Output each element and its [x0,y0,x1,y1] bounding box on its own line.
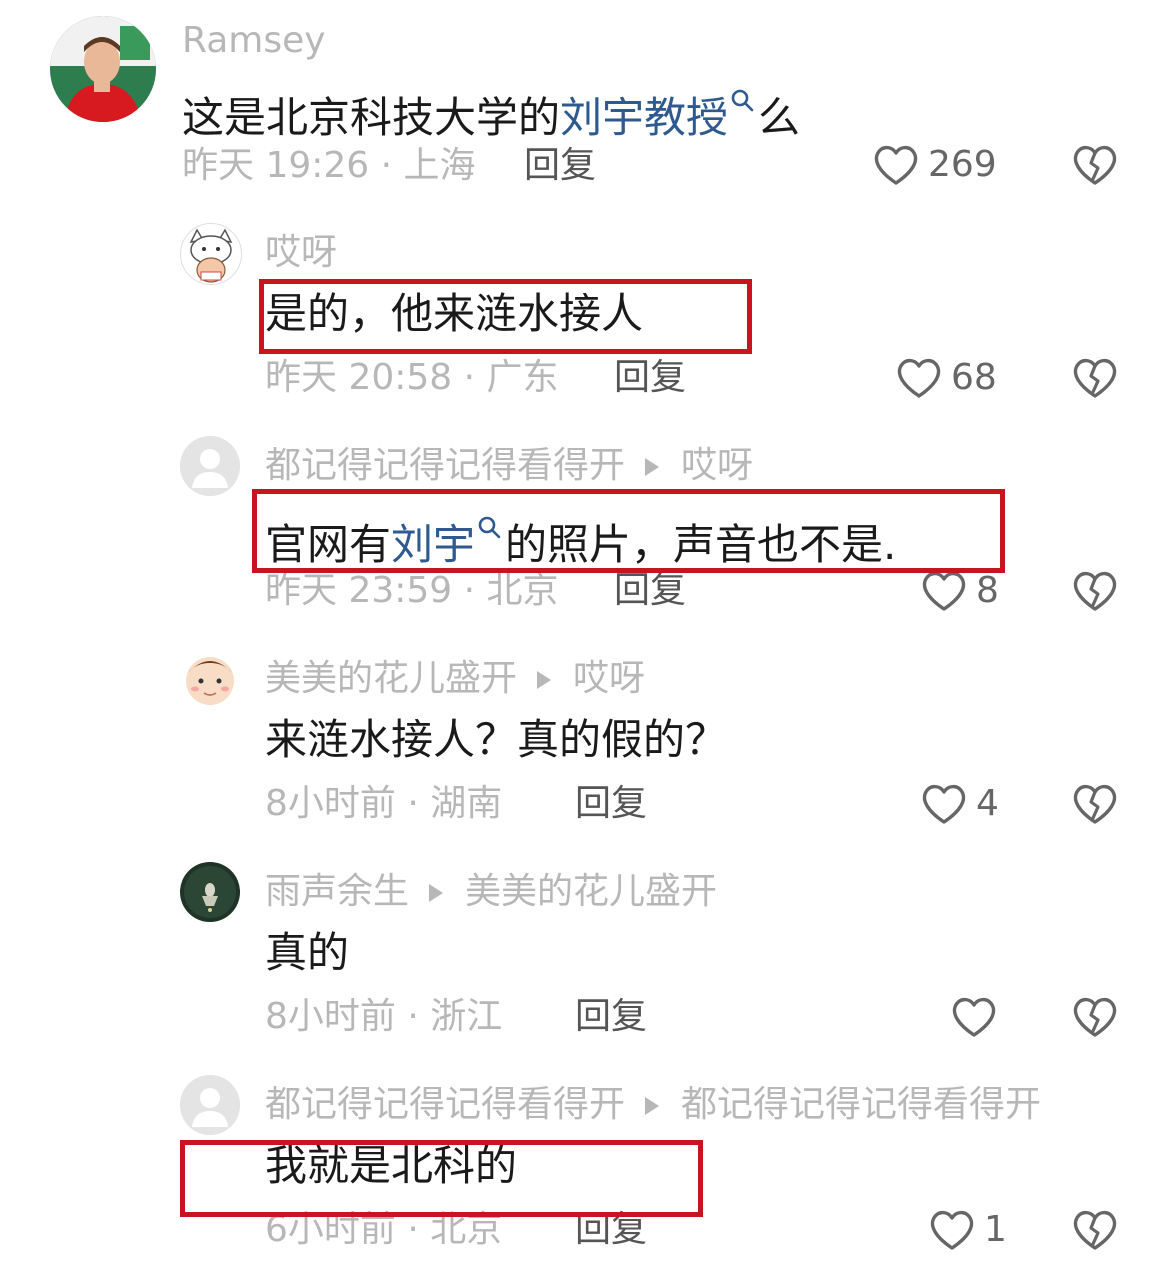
reply-arrow-icon [645,458,660,476]
like-button[interactable] [950,995,1006,1039]
highlight-box [180,1140,703,1217]
highlight-box [252,489,1005,573]
reply-button[interactable]: 回复 [614,569,686,613]
like-count: 4 [976,783,999,824]
default-avatar-icon[interactable] [180,1075,240,1135]
username[interactable]: 都记得记得记得看得开 [265,1084,625,1125]
like-count: 1 [984,1209,1007,1250]
comment-text: 真的 [265,928,350,977]
avatar[interactable] [50,16,156,122]
broken-heart-icon [1071,1208,1119,1252]
reply-header: 都记得记得记得看得开 都记得记得记得看得开 [265,1083,1041,1127]
reply-arrow-icon [429,884,444,902]
comment-meta: 昨天 23:59 · 北京 [265,570,559,611]
comment-meta: 昨天 19:26 · 上海 [182,145,476,186]
dislike-button[interactable] [1071,782,1119,826]
reply-button[interactable]: 回复 [614,356,686,400]
reply-button[interactable]: 回复 [524,144,596,188]
reply-to-username[interactable]: 美美的花儿盛开 [465,871,717,912]
dislike-button[interactable] [1071,143,1119,187]
heart-outline-icon [872,143,920,187]
highlight-box [259,279,752,354]
username[interactable]: 都记得记得记得看得开 [265,445,625,486]
comment-text-before: 这是北京科技大学的 [182,93,561,142]
comment-text-after: 么 [758,93,801,142]
comment-text: 这是北京科技大学的刘宇教授么 [182,74,800,144]
reply-to-username[interactable]: 哎呀 [573,658,645,699]
comment-meta: 8小时前 · 浙江 [265,996,503,1037]
heart-outline-icon [920,569,968,613]
reply-header: 雨声余生 美美的花儿盛开 [265,870,717,914]
broken-heart-icon [1071,143,1119,187]
like-button[interactable]: 8 [920,569,999,613]
username[interactable]: Ramsey [182,19,326,63]
dislike-button[interactable] [1071,356,1119,400]
avatar[interactable] [180,862,240,922]
dislike-button[interactable] [1071,995,1119,1039]
default-avatar-icon[interactable] [180,436,240,496]
username[interactable]: 哎呀 [265,231,337,275]
reply-header: 都记得记得记得看得开 哎呀 [265,444,753,488]
reply-header: 美美的花儿盛开 哎呀 [265,657,645,701]
like-button[interactable]: 1 [928,1208,1007,1252]
like-button[interactable]: 68 [895,356,997,400]
like-count: 8 [976,570,999,611]
broken-heart-icon [1071,782,1119,826]
like-button[interactable]: 4 [920,782,999,826]
username[interactable]: 美美的花儿盛开 [265,658,517,699]
heart-outline-icon [895,356,943,400]
like-count: 269 [928,144,997,185]
dislike-button[interactable] [1071,569,1119,613]
comment-text: 来涟水接人？真的假的？ [265,715,728,764]
heart-outline-icon [920,782,968,826]
heart-outline-icon [928,1208,976,1252]
reply-arrow-icon [645,1097,660,1115]
broken-heart-icon [1071,995,1119,1039]
comment-meta: 8小时前 · 湖南 [265,783,503,824]
avatar[interactable] [180,649,240,709]
heart-outline-icon [950,995,998,1039]
reply-to-username[interactable]: 都记得记得记得看得开 [681,1084,1041,1125]
avatar[interactable] [180,223,242,285]
broken-heart-icon [1071,356,1119,400]
search-icon[interactable] [730,74,756,112]
reply-button[interactable]: 回复 [575,995,647,1039]
like-count: 68 [951,357,997,398]
comment-meta: 昨天 20:58 · 广东 [265,357,559,398]
reply-button[interactable]: 回复 [575,782,647,826]
username[interactable]: 雨声余生 [265,871,409,912]
reply-arrow-icon [537,671,552,689]
keyword-link[interactable]: 刘宇教授 [560,93,728,142]
broken-heart-icon [1071,569,1119,613]
dislike-button[interactable] [1071,1208,1119,1252]
reply-to-username[interactable]: 哎呀 [681,445,753,486]
like-button[interactable]: 269 [872,143,997,187]
